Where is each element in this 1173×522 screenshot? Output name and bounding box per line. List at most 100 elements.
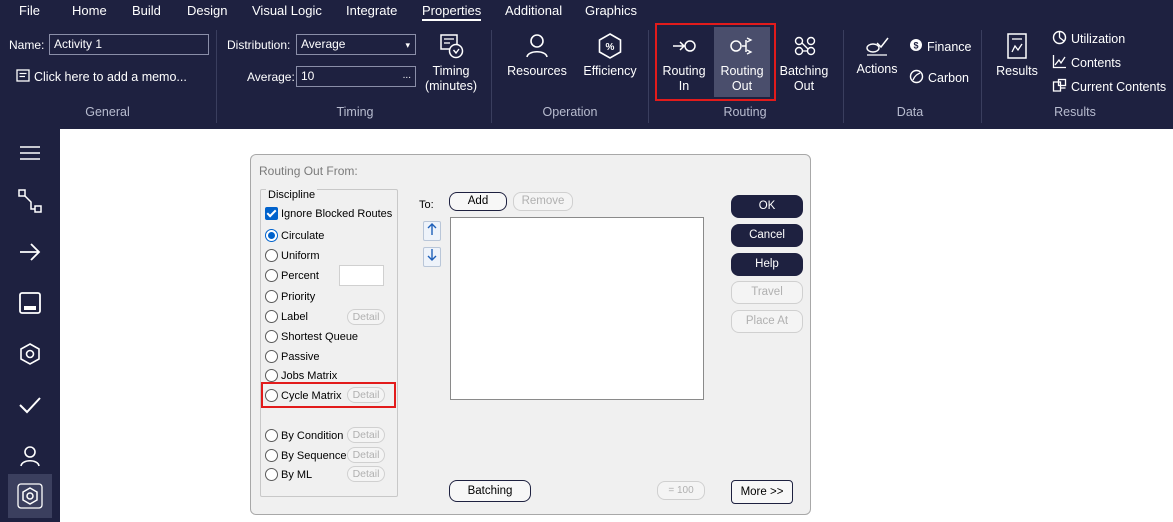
- radio-by-ml[interactable]: By ML: [265, 468, 312, 481]
- check-icon[interactable]: [8, 383, 52, 427]
- routing-in-label-2: In: [678, 79, 690, 93]
- place-at-button[interactable]: Place At: [731, 310, 803, 333]
- tab-home[interactable]: Home: [72, 3, 107, 18]
- tab-file[interactable]: File: [19, 3, 40, 18]
- routing-out-dialog: Routing Out From: Discipline Ignore Bloc…: [250, 154, 811, 515]
- destination-list[interactable]: [450, 217, 704, 400]
- batching-button[interactable]: Batching: [449, 480, 531, 502]
- radio-by-condition[interactable]: By Condition: [265, 429, 343, 442]
- tab-integrate[interactable]: Integrate: [346, 3, 397, 18]
- batching-out-button[interactable]: Batching Out: [776, 30, 832, 94]
- carbon-button[interactable]: Carbon: [909, 69, 969, 87]
- contents-button[interactable]: Contents: [1052, 54, 1121, 72]
- chevron-down-icon: ▾: [405, 40, 410, 50]
- arrow-down-icon: [426, 248, 438, 267]
- radio-icon: [265, 369, 278, 382]
- tab-design[interactable]: Design: [187, 3, 227, 18]
- utilization-button[interactable]: Utilization: [1052, 30, 1125, 48]
- cancel-button[interactable]: Cancel: [731, 224, 803, 247]
- average-label: Average:: [247, 70, 295, 84]
- radio-percent[interactable]: Percent: [265, 269, 319, 282]
- total-100-indicator: = 100: [657, 481, 705, 500]
- results-button[interactable]: Results: [993, 32, 1041, 79]
- batching-out-label-2: Out: [793, 79, 815, 93]
- radio-circulate[interactable]: Circulate: [265, 229, 324, 242]
- save-icon[interactable]: [8, 281, 52, 325]
- cycle-matrix-label: Cycle Matrix: [281, 389, 342, 402]
- timing-label-2: (minutes): [424, 79, 478, 93]
- radio-jobs-matrix[interactable]: Jobs Matrix: [265, 369, 337, 382]
- divider: [843, 30, 844, 123]
- add-button[interactable]: Add: [449, 192, 507, 211]
- remove-button[interactable]: Remove: [513, 192, 573, 211]
- menu-icon[interactable]: [8, 131, 52, 175]
- radio-cycle-matrix[interactable]: Cycle Matrix: [265, 389, 342, 402]
- tab-build[interactable]: Build: [132, 3, 161, 18]
- by-sequence-detail-button[interactable]: Detail: [347, 447, 385, 463]
- group-timing-label: Timing: [336, 105, 374, 119]
- timing-button[interactable]: Timing (minutes): [423, 32, 479, 94]
- radio-uniform[interactable]: Uniform: [265, 249, 320, 262]
- resources-button[interactable]: Resources: [505, 32, 569, 79]
- priority-label: Priority: [281, 290, 316, 303]
- radio-shortest-queue[interactable]: Shortest Queue: [265, 330, 358, 343]
- active-settings-icon[interactable]: [8, 474, 52, 518]
- results-label: Results: [996, 64, 1038, 78]
- distribution-select[interactable]: Average ▾: [296, 34, 416, 55]
- routing-out-label-2: Out: [731, 79, 753, 93]
- by-condition-detail-button[interactable]: Detail: [347, 427, 385, 443]
- group-operation-label: Operation: [542, 105, 598, 119]
- divider: [216, 30, 217, 123]
- routing-out-button[interactable]: Routing Out: [714, 27, 770, 97]
- actions-label: Actions: [856, 62, 898, 76]
- arrow-right-icon[interactable]: [8, 230, 52, 274]
- finance-label: Finance: [927, 39, 972, 54]
- radio-icon: [265, 310, 278, 323]
- distribution-label: Distribution:: [227, 38, 291, 52]
- radio-icon: [265, 269, 278, 282]
- radio-passive[interactable]: Passive: [265, 350, 320, 363]
- efficiency-button[interactable]: % Efficiency: [580, 32, 640, 79]
- tab-additional[interactable]: Additional: [505, 3, 562, 18]
- more-button[interactable]: More >>: [731, 480, 793, 504]
- radio-by-sequence[interactable]: By Sequence: [265, 449, 346, 462]
- ribbon: File Home Build Design Visual Logic Inte…: [0, 0, 1173, 129]
- tab-properties[interactable]: Properties: [422, 3, 482, 21]
- radio-label[interactable]: Label: [265, 310, 308, 323]
- ellipsis-button[interactable]: ...: [403, 68, 411, 83]
- dollar-icon: $: [909, 38, 923, 55]
- actions-button[interactable]: Actions: [853, 34, 901, 77]
- jobs-matrix-label: Jobs Matrix: [281, 369, 338, 382]
- name-input[interactable]: Activity 1: [49, 34, 209, 55]
- average-input[interactable]: 10 ...: [296, 66, 416, 87]
- travel-button[interactable]: Travel: [731, 281, 803, 304]
- current-contents-button[interactable]: Current Contents: [1052, 78, 1166, 96]
- move-down-button[interactable]: [423, 247, 441, 267]
- radio-icon: [265, 389, 278, 402]
- routing-in-button[interactable]: Routing In: [659, 30, 709, 94]
- tab-visual-logic[interactable]: Visual Logic: [252, 3, 322, 18]
- batching-out-label-1: Batching: [779, 64, 829, 78]
- settings-hexagon-icon[interactable]: [8, 332, 52, 376]
- ok-button[interactable]: OK: [731, 195, 803, 218]
- svg-text:%: %: [606, 42, 615, 53]
- routing-out-icon: [714, 32, 770, 60]
- move-up-button[interactable]: [423, 221, 441, 241]
- radio-priority[interactable]: Priority: [265, 290, 315, 303]
- resources-label: Resources: [507, 64, 567, 78]
- tab-graphics[interactable]: Graphics: [585, 3, 637, 18]
- help-button[interactable]: Help: [731, 253, 803, 276]
- finance-button[interactable]: $ Finance: [909, 38, 971, 55]
- routing-in-icon: [659, 32, 709, 60]
- label-detail-button[interactable]: Detail: [347, 309, 385, 325]
- average-value: 10: [301, 69, 315, 83]
- arrow-up-icon: [426, 222, 438, 241]
- memo-link[interactable]: Click here to add a memo...: [16, 69, 187, 85]
- ignore-blocked-checkbox[interactable]: Ignore Blocked Routes: [265, 207, 392, 220]
- cycle-matrix-detail-button[interactable]: Detail: [347, 387, 385, 403]
- by-ml-detail-button[interactable]: Detail: [347, 466, 385, 482]
- user-icon[interactable]: [8, 434, 52, 478]
- connector-icon[interactable]: [8, 179, 52, 223]
- percent-input[interactable]: [339, 265, 384, 286]
- group-results-label: Results: [1054, 105, 1096, 119]
